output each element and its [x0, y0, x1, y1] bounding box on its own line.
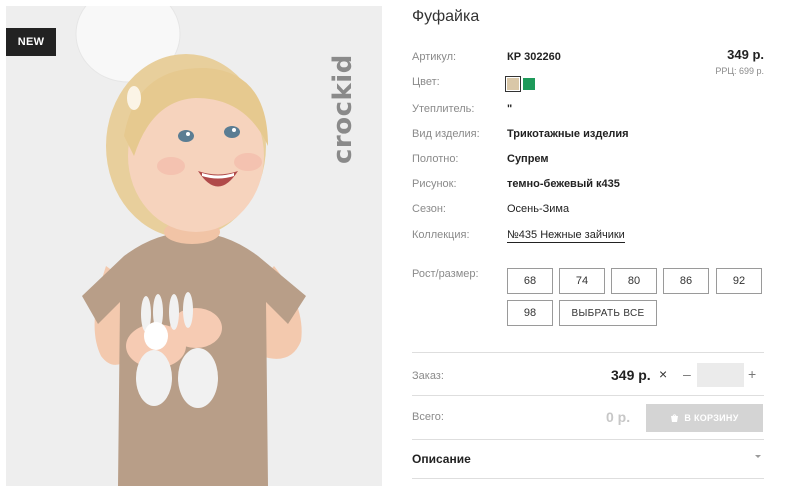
product-title: Фуфайка — [412, 8, 480, 25]
size-label: Рост/размер: — [412, 268, 479, 280]
product-photo[interactable]: NEW crockid — [6, 6, 382, 486]
attribute-label: Сезон: — [412, 203, 446, 215]
new-badge: NEW — [6, 28, 56, 56]
size-option-68[interactable]: 68 — [507, 268, 553, 294]
select-all-sizes-button[interactable]: ВЫБРАТЬ ВСЕ — [559, 300, 657, 326]
size-option-80[interactable]: 80 — [611, 268, 657, 294]
attribute-value-product-type: Трикотажные изделия — [507, 128, 629, 140]
attribute-row-pattern: Рисунок: темно-бежевый к435 — [412, 178, 764, 198]
total-label: Всего: — [412, 411, 444, 423]
color-swatch-green[interactable] — [523, 78, 535, 90]
add-to-cart-button[interactable]: В КОРЗИНУ — [646, 404, 763, 432]
attribute-row-article: Артикул: КР 302260 — [412, 51, 764, 71]
size-option-92[interactable]: 92 — [716, 268, 762, 294]
attribute-value-article: КР 302260 — [507, 51, 561, 63]
quantity-decrease-button[interactable]: – — [683, 366, 691, 382]
divider — [412, 478, 764, 479]
size-option-86[interactable]: 86 — [663, 268, 709, 294]
product-details-panel: Фуфайка 349 р. РРЦ: 699 р. Артикул: КР 3… — [412, 0, 764, 486]
total-value: 0 р. — [606, 409, 631, 425]
attribute-label: Цвет: — [412, 76, 440, 88]
brand-logo-watermark: crockid — [316, 36, 382, 166]
order-label: Заказ: — [412, 370, 444, 382]
collection-link[interactable]: №435 Нежные зайчики — [507, 229, 625, 243]
attribute-value-fabric: Супрем — [507, 153, 549, 165]
attribute-row-collection: Коллекция: №435 Нежные зайчики — [412, 229, 764, 249]
quantity-input[interactable] — [697, 363, 744, 387]
attribute-label: Коллекция: — [412, 229, 470, 241]
attribute-row-color: Цвет: — [412, 76, 764, 96]
multiply-icon: × — [659, 366, 668, 382]
cart-icon — [671, 413, 679, 422]
quantity-increase-button[interactable]: + — [748, 366, 756, 382]
divider — [412, 439, 764, 440]
order-unit-price: 349 р. — [611, 367, 651, 383]
attribute-label: Рисунок: — [412, 178, 457, 190]
attribute-row-product-type: Вид изделия: Трикотажные изделия — [412, 128, 764, 148]
attribute-value-season: Осень-Зима — [507, 203, 570, 215]
size-option-74[interactable]: 74 — [559, 268, 605, 294]
attribute-label: Вид изделия: — [412, 128, 480, 140]
chevron-down-icon[interactable] — [752, 451, 764, 463]
color-swatch-beige[interactable] — [505, 76, 521, 92]
attribute-value-pattern: темно-бежевый к435 — [507, 178, 620, 190]
attribute-row-insulation: Утеплитель: " — [412, 103, 764, 123]
attribute-row-fabric: Полотно: Супрем — [412, 153, 764, 173]
attribute-value-insulation: " — [507, 103, 513, 115]
divider — [412, 352, 764, 353]
size-option-98[interactable]: 98 — [507, 300, 553, 326]
attribute-label: Артикул: — [412, 51, 457, 63]
attribute-row-season: Сезон: Осень-Зима — [412, 203, 764, 223]
brand-logo-text: crockid — [328, 54, 358, 164]
attribute-label: Полотно: — [412, 153, 459, 165]
attribute-label: Утеплитель: — [412, 103, 475, 115]
divider — [412, 395, 764, 396]
description-heading[interactable]: Описание — [412, 452, 471, 466]
add-to-cart-label: В КОРЗИНУ — [684, 413, 739, 423]
